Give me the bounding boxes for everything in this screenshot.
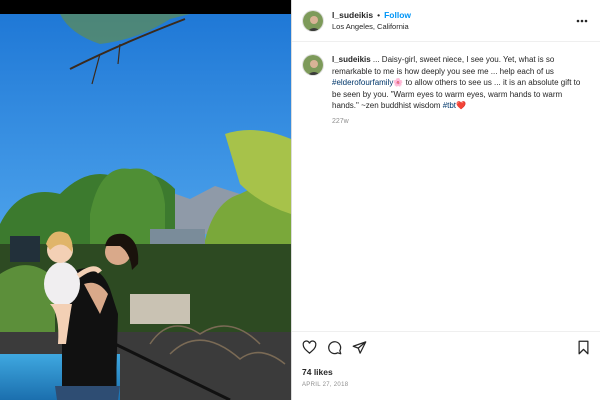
post-media-pane <box>0 0 291 400</box>
comment-icon[interactable] <box>327 340 342 355</box>
hashtag-link[interactable]: #tbt <box>443 101 456 110</box>
caption-username[interactable]: l_sudeikis <box>332 55 371 64</box>
caption-text: l_sudeikis ... Daisy-girl, sweet niece, … <box>332 54 591 112</box>
more-options-icon <box>576 19 588 23</box>
hashtag-link[interactable]: #elderofourfamily <box>332 78 393 87</box>
follow-button[interactable]: Follow <box>384 10 411 21</box>
location-link[interactable]: Los Angeles, California <box>332 22 411 32</box>
post-date: APRIL 27, 2018 <box>302 382 349 388</box>
post-photo[interactable] <box>0 14 291 400</box>
avatar[interactable] <box>302 9 324 32</box>
photo-woman-holding-child <box>0 14 291 400</box>
caption-area: l_sudeikis ... Daisy-girl, sweet niece, … <box>292 42 600 330</box>
flower-emoji: 🌸 <box>393 78 404 87</box>
caption-body: l_sudeikis ... Daisy-girl, sweet niece, … <box>332 54 591 330</box>
action-icons <box>302 340 367 355</box>
post-header: l_sudeikis • Follow Los Angeles, Califor… <box>292 0 600 42</box>
header-text: l_sudeikis • Follow Los Angeles, Califor… <box>332 10 411 32</box>
action-bar: 74 likes APRIL 27, 2018 <box>292 331 600 400</box>
share-icon[interactable] <box>352 340 367 355</box>
username-link[interactable]: l_sudeikis <box>332 10 373 21</box>
heart-emoji: ❤️ <box>456 101 466 110</box>
header-row: l_sudeikis • Follow <box>332 10 411 21</box>
time-ago[interactable]: 227w <box>332 118 591 125</box>
heart-icon[interactable] <box>302 340 317 355</box>
avatar-image <box>303 10 323 31</box>
avatar-image <box>303 55 323 75</box>
likes-count[interactable]: 74 likes <box>302 367 333 377</box>
caption-avatar[interactable] <box>302 54 324 76</box>
separator-dot: • <box>377 9 381 20</box>
post-sidebar: l_sudeikis • Follow Los Angeles, Califor… <box>291 0 600 400</box>
more-options-button[interactable] <box>575 14 589 28</box>
bookmark-icon[interactable] <box>576 340 591 355</box>
